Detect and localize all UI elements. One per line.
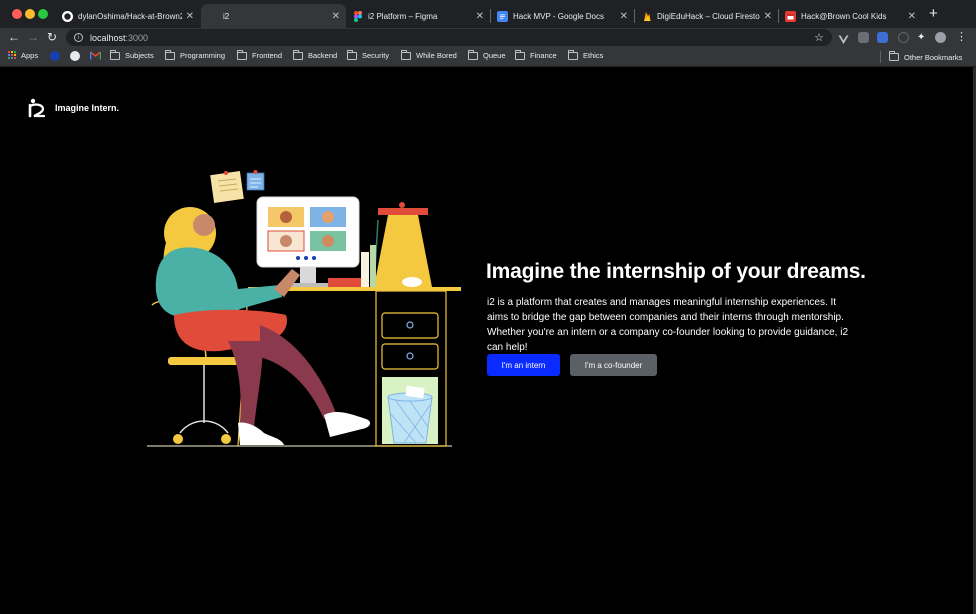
bookmark-folder-queue[interactable]: Queue xyxy=(468,49,506,60)
figma-icon xyxy=(352,10,363,22)
close-icon[interactable]: ✕ xyxy=(332,11,340,22)
bookmark-shortcut[interactable] xyxy=(50,51,60,61)
bookmark-folder-backend[interactable]: Backend xyxy=(293,49,338,60)
extension-icon[interactable] xyxy=(898,32,909,43)
bookmark-star-icon[interactable]: ☆ xyxy=(814,31,824,44)
close-icon[interactable]: ✕ xyxy=(764,11,772,22)
page-icon xyxy=(207,10,218,22)
bookmark-folder-ethics[interactable]: Ethics xyxy=(568,49,604,60)
hero-title: Imagine the internship of your dreams. xyxy=(486,260,866,283)
bookmark-gmail[interactable] xyxy=(89,51,102,62)
folder-icon xyxy=(401,49,411,60)
bookmark-shortcut[interactable] xyxy=(70,51,80,61)
more-menu-icon[interactable]: ⋮ xyxy=(956,32,967,43)
bookmarks-bar: Apps Subjects Programming Frontend Backe… xyxy=(0,47,976,67)
note-pinned-icon xyxy=(246,170,265,191)
bookmark-folder-programming[interactable]: Programming xyxy=(165,49,226,60)
close-icon[interactable]: ✕ xyxy=(186,11,194,22)
bookmark-label: Backend xyxy=(308,51,338,60)
back-arrow-icon[interactable]: ← xyxy=(8,30,20,44)
globe-icon xyxy=(70,51,80,61)
divider xyxy=(880,51,881,63)
tab-title: Hack MVP - Google Docs xyxy=(513,11,604,21)
bookmark-label: Frontend xyxy=(252,51,283,60)
tab-i2[interactable]: i2 ✕ xyxy=(201,4,346,28)
logo-text: Imagine Intern. xyxy=(55,103,120,113)
globe-icon xyxy=(50,51,60,61)
tab-github[interactable]: dylanOshima/Hack-at-Brown2 ✕ xyxy=(56,4,200,28)
bookmark-apps[interactable]: Apps xyxy=(8,51,38,60)
intern-button[interactable]: I'm an intern xyxy=(487,354,560,376)
address-bar[interactable]: i localhost:3000 ☆ xyxy=(66,29,832,46)
bookmark-label: Ethics xyxy=(583,51,604,60)
github-icon xyxy=(62,10,73,22)
cofounder-button[interactable]: I'm a co-founder xyxy=(570,354,657,376)
lamp-icon xyxy=(373,202,432,288)
tab-title: Hack@Brown Cool Kids xyxy=(801,11,887,21)
trash-bin-icon xyxy=(382,377,438,444)
other-bookmarks[interactable]: Other Bookmarks xyxy=(880,51,962,63)
url-port: :3000 xyxy=(125,32,149,43)
folder-icon xyxy=(889,51,899,61)
bookmark-label: While Bored xyxy=(416,51,457,60)
avatar[interactable] xyxy=(935,32,946,43)
browser-tab-bar: dylanOshima/Hack-at-Brown2 ✕ i2 ✕ i2 Pla… xyxy=(0,0,976,28)
tab-title: i2 Platform – Figma xyxy=(368,11,438,21)
tab-hack-brown[interactable]: Hack@Brown Cool Kids ✕ xyxy=(779,4,922,28)
folder-icon xyxy=(293,49,303,60)
info-icon[interactable]: i xyxy=(74,33,83,42)
browser-toolbar: ← → ↻ i localhost:3000 ☆ ✦ ⋮ xyxy=(0,28,976,47)
close-icon[interactable]: ✕ xyxy=(620,11,628,22)
bookmark-folder-finance[interactable]: Finance xyxy=(515,49,557,60)
bookmark-label: Subjects xyxy=(125,51,154,60)
folder-icon xyxy=(237,49,247,60)
vue-devtools-icon[interactable] xyxy=(838,32,849,44)
docs-icon xyxy=(497,10,508,22)
bookmark-folder-security[interactable]: Security xyxy=(347,49,390,60)
minimize-window-button[interactable] xyxy=(25,9,35,19)
bookmark-label: Queue xyxy=(483,51,506,60)
tab-firestore[interactable]: DigiEduHack – Cloud Firestore ✕ xyxy=(635,4,778,28)
folder-icon xyxy=(515,49,525,60)
bookmark-label: Programming xyxy=(180,51,226,60)
shield-extension-icon[interactable] xyxy=(877,32,888,43)
forward-arrow-icon[interactable]: → xyxy=(27,30,39,44)
folder-icon xyxy=(347,49,357,60)
folder-icon xyxy=(165,49,175,60)
reload-icon[interactable]: ↻ xyxy=(47,30,57,44)
tab-title: i2 xyxy=(223,11,230,21)
maximize-window-button[interactable] xyxy=(38,9,48,19)
bookmark-label: Other Bookmarks xyxy=(904,52,963,62)
bookmark-folder-subjects[interactable]: Subjects xyxy=(110,49,154,60)
apps-grid-icon xyxy=(8,51,17,60)
bookmark-label: Apps xyxy=(21,51,39,60)
tab-title: dylanOshima/Hack-at-Brown2 xyxy=(78,11,182,21)
url-host: localhost xyxy=(90,32,126,43)
extension-icon[interactable] xyxy=(858,32,869,43)
close-window-button[interactable] xyxy=(12,9,22,19)
bookmark-folder-frontend[interactable]: Frontend xyxy=(237,49,283,60)
tab-title: DigiEduHack – Cloud Firestore xyxy=(657,11,760,21)
folder-icon xyxy=(568,49,578,60)
i2-logo[interactable]: Imagine Intern. xyxy=(28,98,119,118)
tab-google-docs[interactable]: Hack MVP - Google Docs ✕ xyxy=(491,4,634,28)
gmail-icon xyxy=(89,51,102,62)
bookmark-label: Finance xyxy=(530,51,557,60)
i2-logo-icon xyxy=(28,98,46,118)
close-icon[interactable]: ✕ xyxy=(908,11,916,22)
calendar-icon xyxy=(785,10,796,22)
new-tab-button[interactable]: + xyxy=(929,6,938,21)
hero-description: i2 is a platform that creates and manage… xyxy=(487,297,849,353)
bookmark-label: Security xyxy=(362,51,390,60)
folder-icon xyxy=(110,49,120,60)
bookmark-folder-while-bored[interactable]: While Bored xyxy=(401,49,457,60)
puzzle-extensions-icon[interactable]: ✦ xyxy=(917,32,928,43)
sticky-note-icon xyxy=(210,171,244,203)
close-icon[interactable]: ✕ xyxy=(476,11,484,22)
firebase-icon xyxy=(641,11,652,22)
tab-figma[interactable]: i2 Platform – Figma ✕ xyxy=(346,4,490,28)
monitor-icon xyxy=(256,196,360,287)
folder-icon xyxy=(468,49,478,60)
hero-illustration xyxy=(147,170,461,447)
